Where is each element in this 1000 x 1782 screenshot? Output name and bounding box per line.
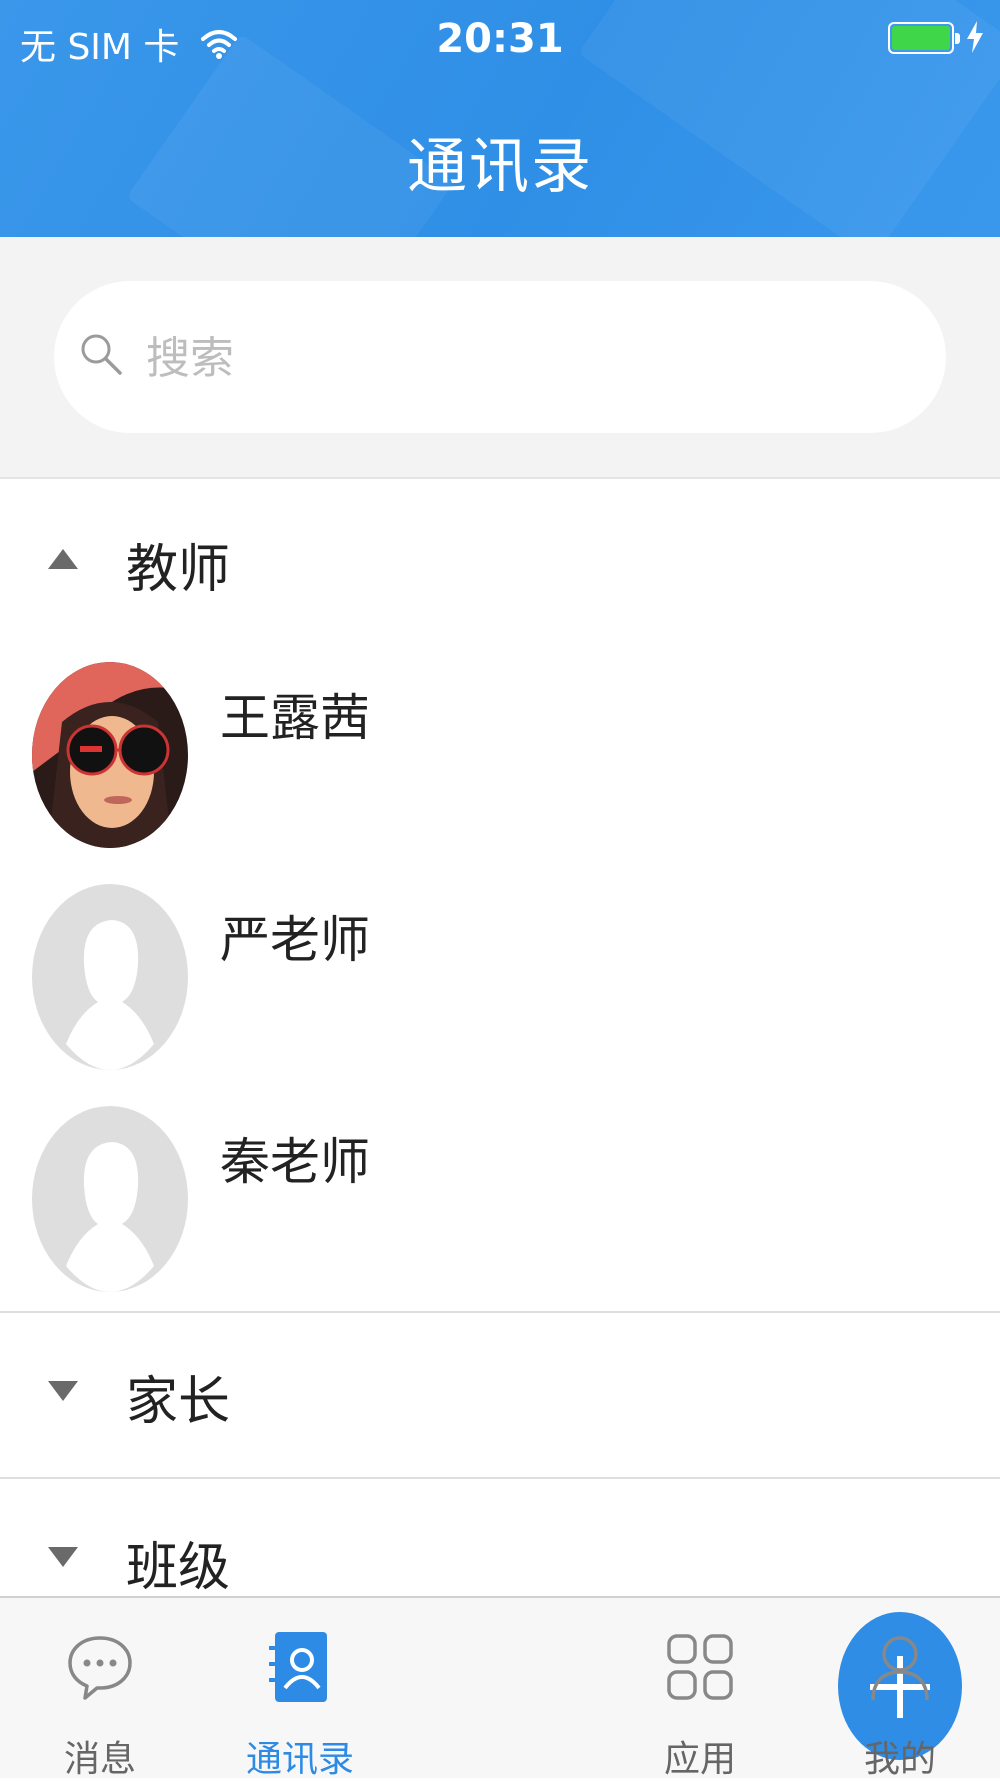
avatar [32, 662, 188, 848]
tab-add[interactable] [400, 1598, 962, 1780]
tab-apps[interactable]: 应用 [600, 1598, 800, 1780]
tab-label: 应用 [663, 1739, 736, 1780]
collapse-arrow-icon [48, 549, 78, 569]
search-section [0, 237, 1000, 479]
tab-label: 消息 [63, 1739, 136, 1780]
group-header-parents[interactable]: 家长 [0, 1313, 1000, 1473]
group-label: 家长 [126, 1372, 231, 1432]
group-header-teachers[interactable]: 教师 [0, 481, 1000, 641]
bottom-tab-bar: 消息 通讯录 应用 我的 [0, 1596, 1000, 1780]
default-avatar-icon [32, 884, 188, 1070]
page-title: 通讯录 [407, 132, 593, 202]
tab-messages[interactable]: 消息 [0, 1598, 200, 1780]
contact-name: 严老师 [220, 911, 370, 969]
contact-name: 王露茜 [220, 689, 370, 747]
search-bar[interactable] [54, 281, 946, 433]
expand-arrow-icon [48, 1381, 78, 1401]
tab-label: 我的 [863, 1739, 936, 1780]
contact-row[interactable]: 严老师 [0, 884, 1000, 1106]
tab-me[interactable]: 我的 [800, 1598, 1000, 1780]
expand-arrow-icon [48, 1547, 78, 1567]
group-label: 班级 [126, 1538, 231, 1598]
chat-bubble-icon [68, 1636, 132, 1700]
group-label: 教师 [126, 540, 231, 600]
status-bar: 无 SIM 卡 20:31 [0, 0, 1000, 80]
default-avatar-icon [32, 1106, 188, 1292]
battery-icon [888, 22, 960, 54]
contact-row[interactable]: 秦老师 [0, 1106, 1000, 1328]
contact-row[interactable]: 王露茜 [0, 662, 1000, 884]
search-input[interactable] [144, 317, 908, 399]
tab-contacts[interactable]: 通讯录 [200, 1598, 400, 1780]
search-icon [81, 334, 122, 375]
person-icon [871, 1636, 929, 1701]
status-time: 20:31 [436, 16, 564, 62]
charging-icon [967, 21, 983, 53]
tab-label: 通讯录 [245, 1739, 354, 1780]
contact-name: 秦老师 [220, 1133, 370, 1191]
contacts-icon [269, 1632, 327, 1702]
header-bar: 无 SIM 卡 20:31 通讯录 [0, 0, 1000, 237]
apps-grid-icon [667, 1634, 733, 1700]
